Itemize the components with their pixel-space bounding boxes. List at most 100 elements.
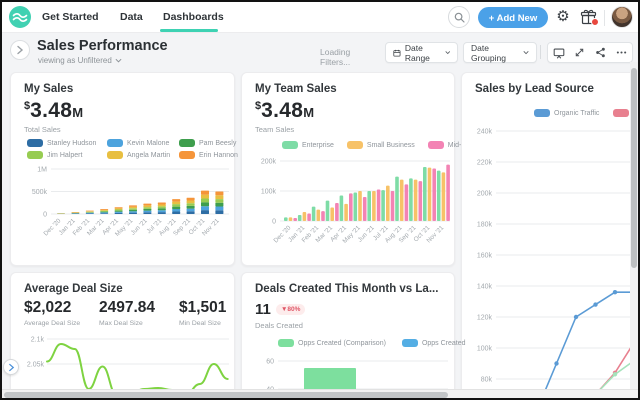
legend-label: Opps Created xyxy=(421,339,466,347)
card-deals: Deals Created This Month vs La... 11 ▼80… xyxy=(241,272,466,398)
legend-label: Enterprise xyxy=(302,141,334,149)
deals-legend: Opps Created (Comparison) Opps Created xyxy=(278,339,466,347)
expand-button[interactable] xyxy=(572,45,588,61)
viewing-as-selector[interactable]: viewing as Unfiltered xyxy=(38,56,122,65)
top-navbar: Get Started Data Dashboards + Add New ⚙ xyxy=(2,2,638,33)
legend-label: Stanley Hudson xyxy=(47,139,97,147)
team-sales-chart[interactable]: 200k 100k 0 Dec '20 Jan '21 Feb '21 Mar '21 Apr… xyxy=(248,153,452,272)
legend-swatch xyxy=(107,139,123,147)
svg-text:2.1k: 2.1k xyxy=(31,336,45,343)
svg-text:500k: 500k xyxy=(32,189,48,196)
legend-swatch xyxy=(346,141,363,149)
legend-item[interactable]: Kevin Malone xyxy=(107,139,179,147)
kpi-label: Team Sales xyxy=(255,125,295,134)
stat-label: Average Deal Size xyxy=(24,320,81,327)
legend-label: Jim Halpert xyxy=(47,151,83,159)
legend-item[interactable]: Opps Created (Comparison) xyxy=(278,339,386,347)
svg-text:2.05k: 2.05k xyxy=(27,361,45,368)
app-window: Get Started Data Dashboards + Add New ⚙ xyxy=(0,0,640,400)
present-button[interactable] xyxy=(551,45,567,61)
legend-label: Opps Created (Comparison) xyxy=(298,339,386,347)
legend-item[interactable]: Erin Hannon xyxy=(179,151,238,159)
stat-value: 2497.84 xyxy=(99,299,156,316)
user-avatar[interactable] xyxy=(611,6,633,28)
expand-icon xyxy=(575,48,584,57)
svg-text:100k: 100k xyxy=(477,345,493,352)
svg-text:220k: 220k xyxy=(477,159,493,166)
stat-label: Max Deal Size xyxy=(99,320,143,327)
legend-label: Small Business xyxy=(366,141,415,149)
kpi-value: $3.48M xyxy=(255,99,314,123)
svg-text:100k: 100k xyxy=(261,188,277,195)
legend-swatch xyxy=(427,141,444,149)
kpi-value: 11 xyxy=(255,301,271,318)
nav-item-dashboards[interactable]: Dashboards xyxy=(163,2,224,32)
collapse-panel-button[interactable] xyxy=(10,40,30,60)
card-title: My Sales xyxy=(24,83,74,95)
date-grouping-button[interactable]: Date Grouping xyxy=(463,42,537,63)
kpi-amount: 3.48 xyxy=(261,99,304,122)
kpi-amount: 3.48 xyxy=(30,99,73,122)
caret-down-icon xyxy=(444,51,450,55)
legend-swatch xyxy=(278,339,294,347)
legend-item[interactable]: Jim Halpert xyxy=(27,151,107,159)
lead-source-legend: Organic TrafficSocial xyxy=(534,109,638,117)
horizontal-scrollbar-thumb[interactable] xyxy=(4,391,448,398)
legend-swatch xyxy=(107,151,123,159)
kpi-unit: M xyxy=(303,105,315,120)
legend-label: Pam Beesly xyxy=(199,139,237,147)
svg-text:240k: 240k xyxy=(477,128,493,135)
settings-gear-icon[interactable]: ⚙ xyxy=(553,6,573,28)
chevron-right-icon xyxy=(8,363,14,371)
legend-swatch xyxy=(534,109,550,117)
date-range-button[interactable]: Date Range xyxy=(385,42,458,63)
search-button[interactable] xyxy=(448,6,470,28)
vertical-scrollbar[interactable] xyxy=(630,62,638,389)
kpi-label: Deals Created xyxy=(255,321,303,330)
share-button[interactable] xyxy=(593,45,609,61)
search-icon xyxy=(454,12,465,23)
nav-item-data[interactable]: Data xyxy=(120,2,143,32)
kpi-label: Total Sales xyxy=(24,125,61,134)
legend-item[interactable]: Small Business xyxy=(346,141,415,149)
legend-swatch xyxy=(179,139,195,147)
team-sales-legend: EnterpriseSmall BusinessMid-Market xyxy=(282,141,483,149)
kpi-unit: M xyxy=(72,105,84,120)
legend-item[interactable]: Enterprise xyxy=(282,141,334,149)
horizontal-scrollbar[interactable] xyxy=(2,389,638,398)
nav-item-get-started[interactable]: Get Started xyxy=(42,2,99,32)
legend-label: Erin Hannon xyxy=(199,151,238,159)
vertical-scrollbar-thumb[interactable] xyxy=(631,68,637,268)
brand-logo[interactable] xyxy=(9,6,31,28)
card-title: Deals Created This Month vs La... xyxy=(255,283,439,295)
card-title: Sales by Lead Source xyxy=(475,83,594,95)
legend-item[interactable]: Pam Beesly xyxy=(179,139,237,147)
my-sales-chart[interactable]: 1M 500k 0 Dec '20 Jan '21 Feb '21 Mar '21 Apr '… xyxy=(17,161,232,272)
calendar-icon xyxy=(393,49,401,57)
caret-down-icon xyxy=(523,51,529,55)
legend-item[interactable]: Angela Martin xyxy=(107,151,179,159)
svg-text:0: 0 xyxy=(272,218,276,225)
add-new-button[interactable]: + Add New xyxy=(478,7,548,28)
legend-swatch xyxy=(613,109,630,117)
svg-text:160k: 160k xyxy=(477,252,493,259)
date-grouping-label: Date Grouping xyxy=(471,42,506,63)
page-title: Sales Performance xyxy=(37,38,168,54)
lead-source-chart[interactable]: 240k 220k 200k 180k 160k 140k 120k 100k 80k xyxy=(464,119,638,398)
legend-label: Angela Martin xyxy=(127,151,171,159)
date-range-label: Date Range xyxy=(404,42,430,63)
legend-swatch xyxy=(27,139,43,147)
svg-text:60: 60 xyxy=(266,358,274,365)
svg-text:200k: 200k xyxy=(261,158,277,165)
more-icon xyxy=(616,51,627,54)
legend-item[interactable]: Stanley Hudson xyxy=(27,139,107,147)
card-my-sales: My Sales $3.48M Total Sales Stanley Huds… xyxy=(10,72,238,266)
legend-item[interactable]: Opps Created xyxy=(401,339,466,347)
carousel-next-button[interactable] xyxy=(3,359,19,375)
card-team-sales: My Team Sales $3.48M Team Sales Enterpri… xyxy=(241,72,483,266)
more-button[interactable] xyxy=(614,45,630,61)
legend-item[interactable]: Organic Traffic xyxy=(534,109,599,117)
svg-text:Jun '21: Jun '21 xyxy=(357,224,377,244)
stat-label: Min Deal Size xyxy=(179,320,221,327)
legend-swatch xyxy=(282,141,298,149)
